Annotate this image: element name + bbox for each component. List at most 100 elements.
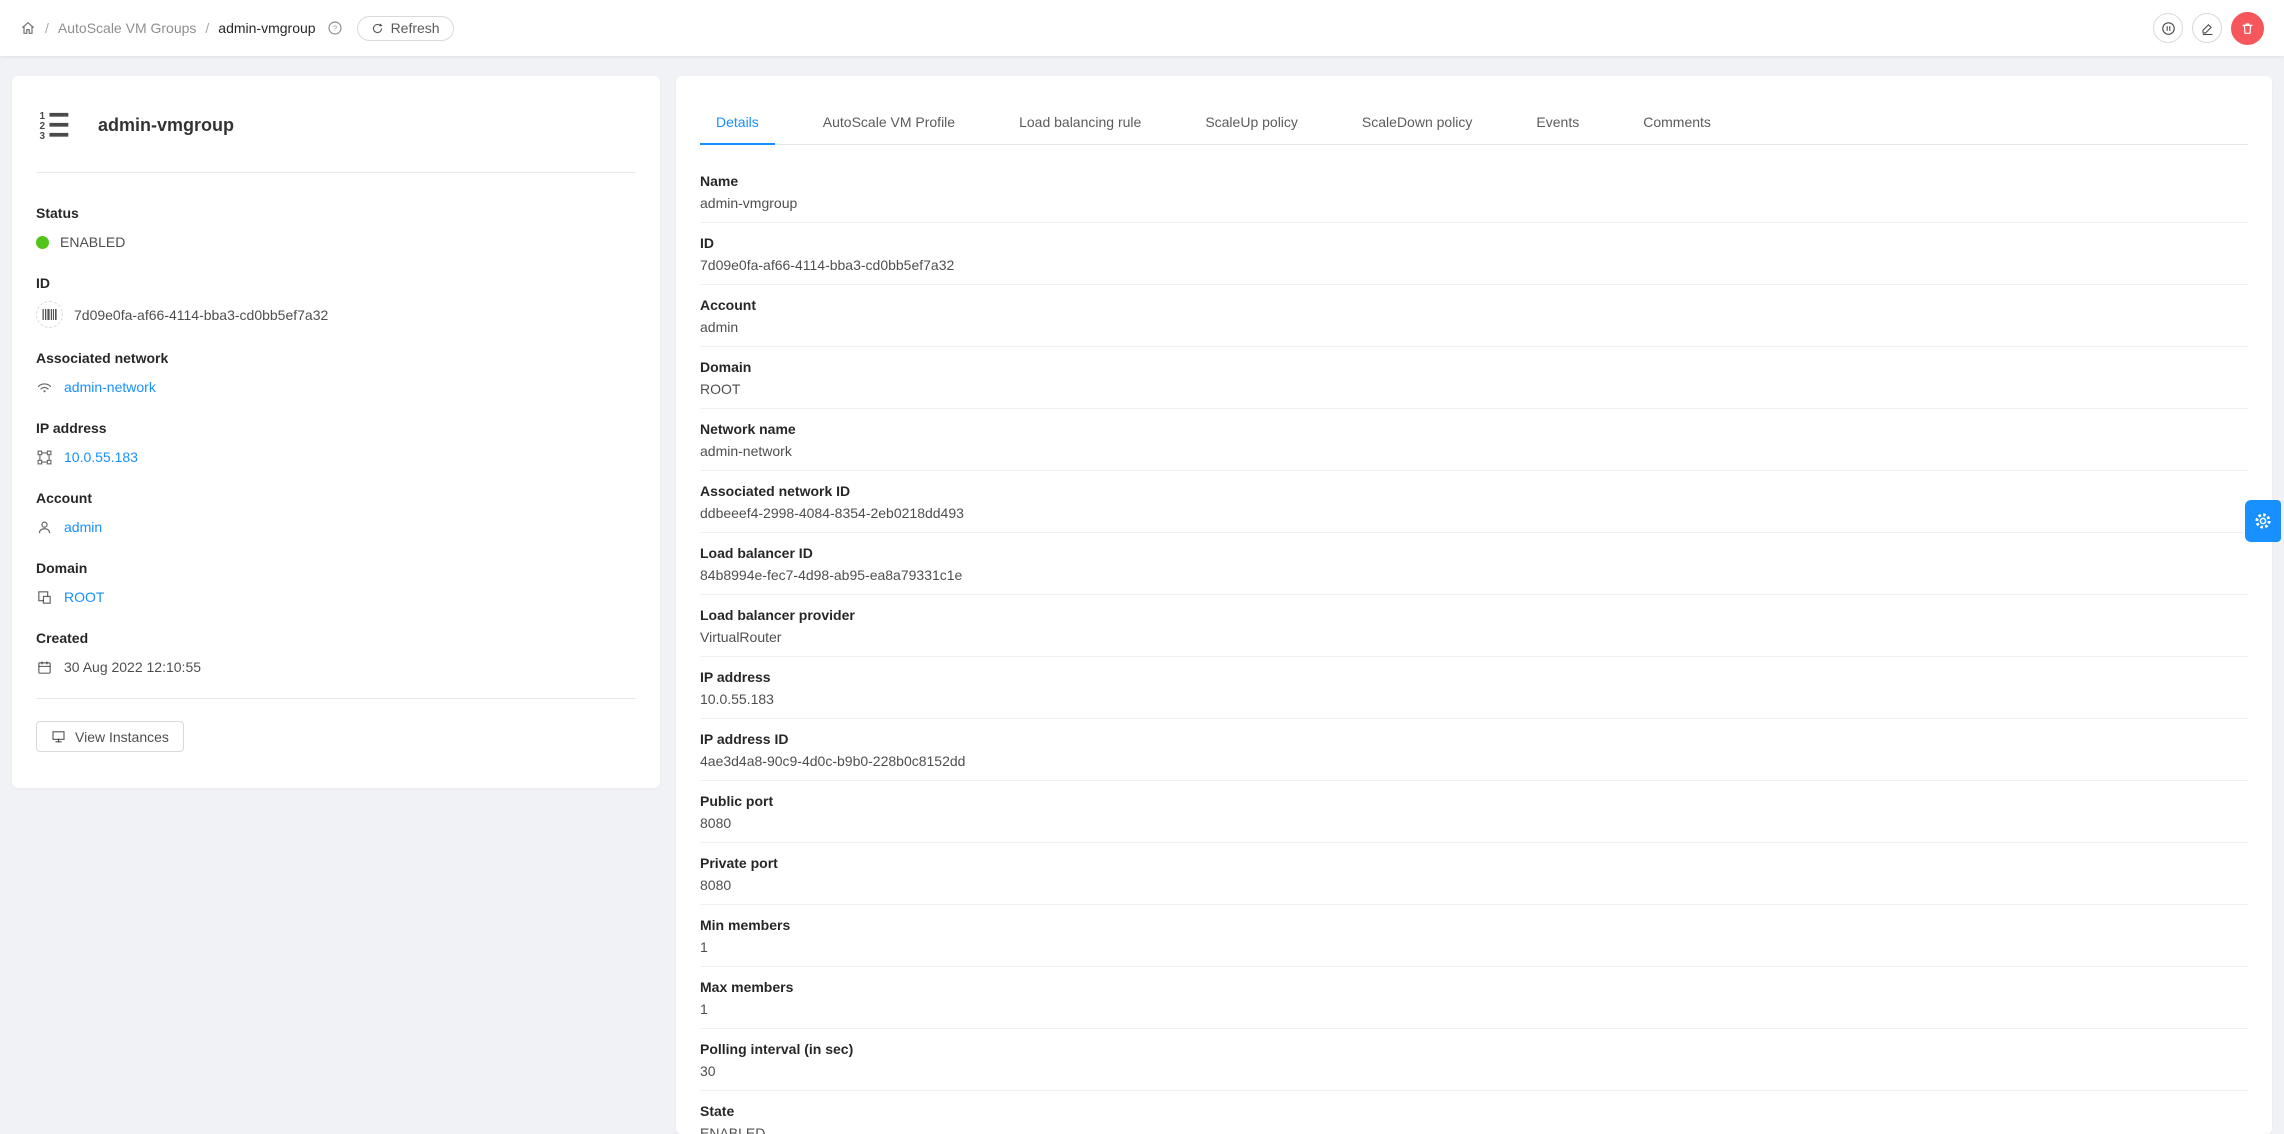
detail-row-value: ROOT (700, 381, 741, 397)
edit-vmgroup-button[interactable] (2192, 13, 2222, 43)
field-label: Status (36, 205, 79, 221)
refresh-button[interactable]: Refresh (356, 15, 454, 41)
detail-row: Associated network ID ddbeeef4-2998-4084… (700, 471, 2248, 533)
barcode-icon (36, 301, 63, 328)
detail-row-label: Domain (700, 359, 752, 375)
detail-row-value: 10.0.55.183 (700, 691, 774, 707)
detail-row-value: 84b8994e-fec7-4d98-ab95-ea8a79331c1e (700, 567, 963, 583)
delete-vmgroup-button[interactable] (2231, 11, 2264, 45)
svg-text:?: ? (333, 24, 337, 33)
edit-icon (2200, 21, 2215, 36)
gear-icon (2253, 511, 2273, 531)
detail-row-value: VirtualRouter (700, 629, 782, 645)
calendar-icon (36, 659, 53, 676)
field-label: Domain (36, 560, 88, 576)
tab-scaleup-policy[interactable]: ScaleUp policy (1189, 100, 1314, 144)
detail-row-value: admin (700, 319, 739, 335)
refresh-label: Refresh (390, 20, 440, 36)
detail-row-value: ddbeeef4-2998-4084-8354-2eb0218dd493 (700, 505, 964, 521)
breadcrumb-separator: / (205, 20, 210, 36)
field-label: Associated network (36, 350, 169, 366)
domain-link[interactable]: ROOT (64, 586, 104, 608)
field-label: ID (36, 275, 50, 291)
resource-detail-card: Details AutoScale VM Profile Load balanc… (676, 76, 2272, 1134)
ordered-list-icon: 1 2 3 (38, 110, 72, 140)
block-icon (36, 589, 53, 606)
ip-address-link[interactable]: 10.0.55.183 (64, 446, 138, 468)
resource-summary-card: 1 2 3 admin-vmgroup Status ENABLED ID 7d… (12, 76, 660, 788)
detail-row: Load balancer ID 84b8994e-fec7-4d98-ab95… (700, 533, 2248, 595)
summary-field-ip-address: IP address 10.0.55.183 (36, 418, 636, 468)
summary-field-id: ID 7d09e0fa-af66-4114-bba3-cd0bb5ef7a32 (36, 273, 636, 328)
field-label: Account (36, 490, 92, 506)
summary-field-associated-network: Associated network admin-network (36, 348, 636, 398)
breadcrumb: / AutoScale VM Groups / admin-vmgroup ? (20, 20, 343, 36)
detail-row: ID 7d09e0fa-af66-4114-bba3-cd0bb5ef7a32 (700, 223, 2248, 285)
id-value: 7d09e0fa-af66-4114-bba3-cd0bb5ef7a32 (74, 306, 329, 323)
home-icon[interactable] (20, 20, 36, 36)
detail-row-value: 1 (700, 1001, 708, 1017)
desktop-icon (51, 729, 66, 744)
detail-row: Domain ROOT (700, 347, 2248, 409)
settings-drawer-handle[interactable] (2245, 500, 2281, 542)
account-link[interactable]: admin (64, 516, 102, 538)
detail-row-value: admin-network (700, 443, 792, 459)
help-icon[interactable]: ? (327, 20, 343, 36)
status-dot-icon (36, 235, 49, 249)
tab-comments[interactable]: Comments (1627, 100, 1727, 144)
svg-text:3: 3 (39, 131, 45, 140)
detail-row: Network name admin-network (700, 409, 2248, 471)
summary-field-domain: Domain ROOT (36, 558, 636, 608)
associated-network-link[interactable]: admin-network (64, 376, 156, 398)
detail-row: IP address ID 4ae3d4a8-90c9-4d0c-b9b0-22… (700, 719, 2248, 781)
detail-row: Name admin-vmgroup (700, 161, 2248, 223)
detail-row-value: 30 (700, 1063, 716, 1079)
disable-vmgroup-button[interactable] (2153, 13, 2183, 43)
detail-row-label: ID (700, 235, 714, 251)
status-value: ENABLED (60, 234, 126, 250)
tab-scaledown-policy[interactable]: ScaleDown policy (1346, 100, 1489, 144)
detail-row-label: IP address ID (700, 731, 789, 747)
reload-icon (371, 22, 384, 35)
breadcrumb-section[interactable]: AutoScale VM Groups (58, 20, 197, 36)
tab-details[interactable]: Details (700, 100, 775, 145)
field-label: Created (36, 630, 89, 646)
created-value: 30 Aug 2022 12:10:55 (64, 659, 202, 675)
view-instances-button[interactable]: View Instances (36, 721, 184, 752)
detail-row-value: admin-vmgroup (700, 195, 798, 211)
details-list: Name admin-vmgroup ID 7d09e0fa-af66-4114… (700, 161, 2248, 1134)
detail-row-label: IP address (700, 669, 771, 685)
resource-head: 1 2 3 admin-vmgroup (36, 100, 636, 172)
detail-row-label: State (700, 1103, 735, 1119)
resource-fields: Status ENABLED ID 7d09e0fa-af66-4114-bba… (36, 173, 636, 678)
detail-row-label: Load balancer ID (700, 545, 813, 561)
detail-row: IP address 10.0.55.183 (700, 657, 2248, 719)
tab-events[interactable]: Events (1520, 100, 1595, 144)
detail-row-label: Private port (700, 855, 778, 871)
divider (36, 698, 636, 699)
detail-row: Polling interval (in sec) 30 (700, 1029, 2248, 1091)
detail-row-value: 8080 (700, 815, 732, 831)
detail-row: Private port 8080 (700, 843, 2248, 905)
detail-row: Max members 1 (700, 967, 2248, 1029)
user-icon (36, 519, 53, 536)
detail-row: Load balancer provider VirtualRouter (700, 595, 2248, 657)
detail-row-label: Name (700, 173, 739, 189)
breadcrumb-separator: / (45, 20, 49, 36)
tab-autoscale-vm-profile[interactable]: AutoScale VM Profile (807, 100, 971, 144)
detail-row-value: 4ae3d4a8-90c9-4d0c-b9b0-228b0c8152dd (700, 753, 966, 769)
header-actions (2153, 11, 2264, 45)
detail-row-value: 8080 (700, 877, 732, 893)
detail-row-label: Account (700, 297, 756, 313)
tab-load-balancing-rule[interactable]: Load balancing rule (1003, 100, 1157, 144)
resource-title: admin-vmgroup (98, 114, 235, 135)
page-body: 1 2 3 admin-vmgroup Status ENABLED ID 7d… (0, 56, 2284, 1134)
detail-row: Public port 8080 (700, 781, 2248, 843)
detail-row-label: Public port (700, 793, 774, 809)
detail-tabs: Details AutoScale VM Profile Load balanc… (700, 100, 2248, 145)
summary-field-account: Account admin (36, 488, 636, 538)
detail-row: State ENABLED (700, 1091, 2248, 1134)
app-header: / AutoScale VM Groups / admin-vmgroup ? … (0, 0, 2284, 56)
breadcrumb-current: admin-vmgroup (218, 20, 316, 36)
summary-field-created: Created 30 Aug 2022 12:10:55 (36, 628, 636, 678)
